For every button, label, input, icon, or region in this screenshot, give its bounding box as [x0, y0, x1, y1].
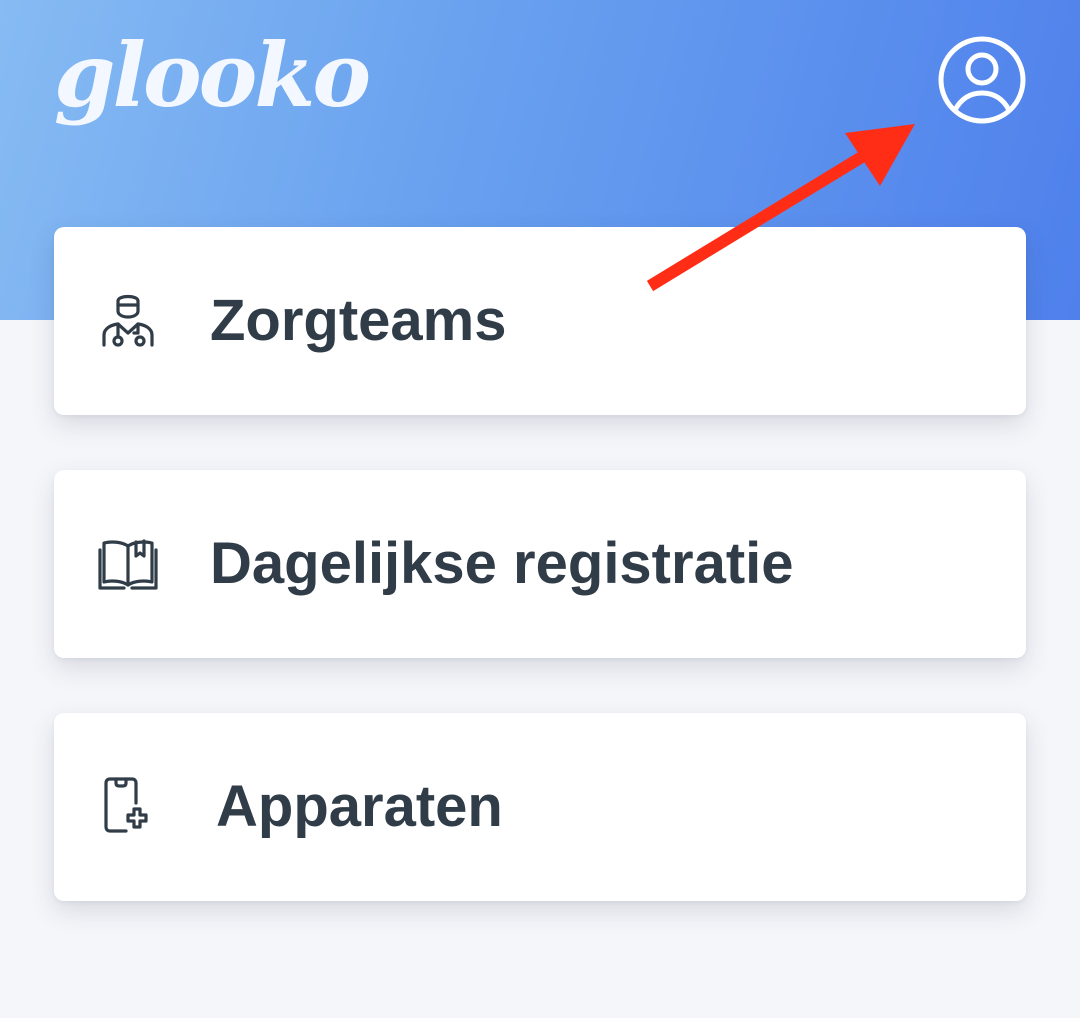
device-plus-icon — [96, 773, 160, 837]
doctor-icon — [96, 287, 160, 351]
menu-item-label: Dagelijkse registratie — [210, 531, 794, 596]
menu-item-label: Apparaten — [216, 774, 503, 839]
user-circle-icon — [938, 36, 1026, 124]
profile-button[interactable] — [936, 34, 1028, 126]
menu-item-label: Zorgteams — [210, 288, 507, 353]
menu-item-apparaten[interactable]: Apparaten — [54, 713, 1026, 901]
menu-item-dagelijkse-registratie[interactable]: Dagelijkse registratie — [54, 470, 1026, 658]
menu-item-zorgteams[interactable]: Zorgteams — [54, 227, 1026, 415]
book-icon — [96, 530, 160, 594]
glooko-logo: glooko — [54, 23, 371, 127]
